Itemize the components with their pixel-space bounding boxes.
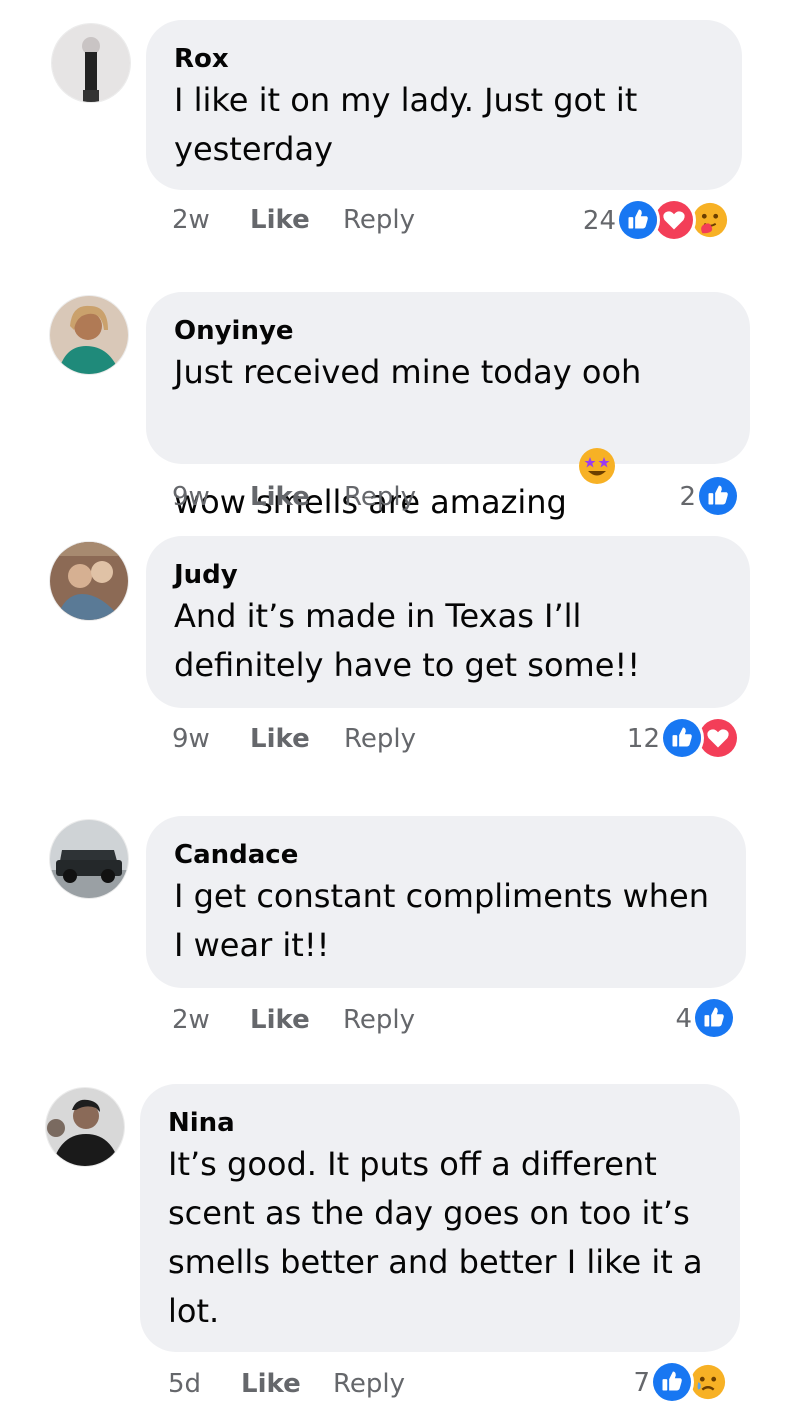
like-button[interactable]: Like (241, 1367, 301, 1401)
comment-text: I like it on my lady. Just got it yester… (174, 81, 638, 168)
avatar[interactable] (52, 24, 130, 102)
comment-bubble: Rox I like it on my lady. Just got it ye… (146, 20, 742, 190)
like-icon (692, 996, 736, 1040)
comment-bubble: Nina It’s good. It puts off a different … (140, 1084, 740, 1352)
avatar[interactable] (50, 542, 128, 620)
comment-text: It’s good. It puts off a different scent… (168, 1145, 703, 1330)
author-name[interactable]: Onyinye (174, 314, 722, 348)
reply-button[interactable]: Reply (344, 722, 416, 756)
reaction-summary[interactable]: 2 (679, 474, 740, 518)
reaction-count: 2 (679, 482, 696, 512)
comment: Judy And it’s made in Texas I’ll definit… (0, 530, 800, 780)
reaction-summary[interactable]: 4 (675, 996, 736, 1040)
reaction-summary[interactable]: 12 (627, 716, 740, 760)
comment: Candace I get constant compliments when … (0, 810, 800, 1060)
timestamp[interactable]: 9w (172, 480, 210, 514)
reply-button[interactable]: Reply (343, 1003, 415, 1037)
timestamp[interactable]: 9w (172, 722, 210, 756)
comment-text: I get constant compliments when I wear i… (174, 877, 709, 964)
reply-button[interactable]: Reply (333, 1367, 405, 1401)
timestamp[interactable]: 2w (172, 203, 210, 237)
reaction-count: 12 (626, 724, 660, 754)
avatar[interactable] (46, 1088, 124, 1166)
comment: Onyinye Just received mine today ooh wow… (0, 280, 800, 521)
author-name[interactable]: Candace (174, 838, 718, 872)
reply-button[interactable]: Reply (344, 480, 416, 514)
avatar[interactable] (50, 296, 128, 374)
like-icon (650, 1360, 694, 1404)
comment-bubble: Onyinye Just received mine today ooh wow… (146, 292, 750, 521)
comment-text: And it’s made in Texas I’ll definitely h… (174, 597, 641, 684)
like-icon (660, 716, 704, 760)
comment-bubble: Candace I get constant compliments when … (146, 816, 746, 988)
reply-button[interactable]: Reply (343, 203, 415, 237)
like-button[interactable]: Like (250, 1003, 310, 1037)
comment: Nina It’s good. It puts off a different … (0, 1080, 800, 1422)
reaction-count: 4 (675, 1004, 692, 1034)
reaction-count: 7 (633, 1368, 650, 1398)
like-button[interactable]: Like (250, 203, 310, 237)
author-name[interactable]: Rox (174, 42, 714, 76)
like-button[interactable]: Like (250, 480, 310, 514)
like-icon (696, 474, 740, 518)
timestamp[interactable]: 2w (172, 1003, 210, 1037)
reaction-summary[interactable]: 7 (633, 1360, 730, 1404)
author-name[interactable]: Nina (168, 1106, 712, 1140)
reaction-summary[interactable]: 24 (583, 198, 736, 242)
star-struck-emoji (577, 397, 617, 484)
comment-bubble: Judy And it’s made in Texas I’ll definit… (146, 536, 750, 708)
author-name[interactable]: Judy (174, 558, 722, 592)
reaction-count: 24 (582, 206, 616, 236)
avatar[interactable] (50, 820, 128, 898)
timestamp[interactable]: 5d (168, 1367, 201, 1401)
like-icon (616, 198, 660, 242)
comment: Rox I like it on my lady. Just got it ye… (0, 0, 800, 260)
like-button[interactable]: Like (250, 722, 310, 756)
